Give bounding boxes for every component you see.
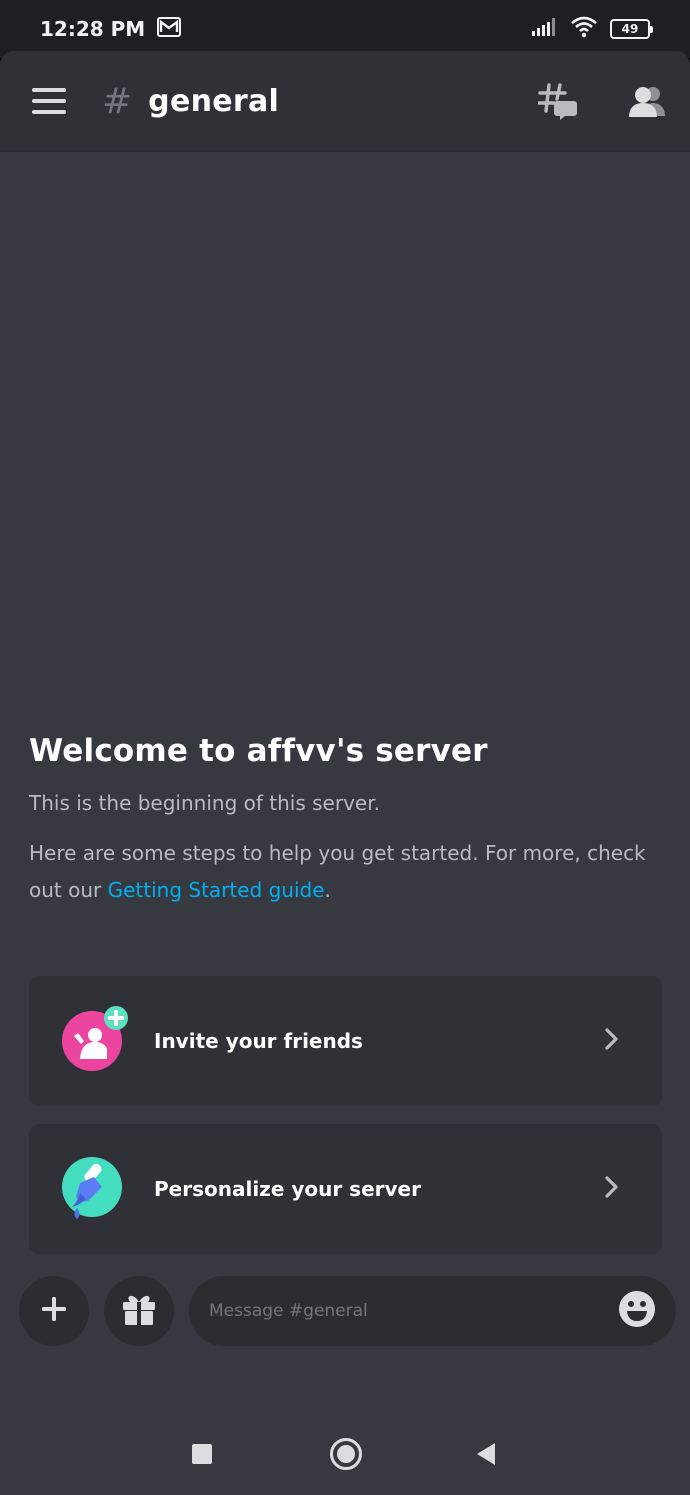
channel-title[interactable]: general [148, 84, 279, 119]
personalize-icon [62, 1157, 122, 1219]
gift-button[interactable] [104, 1276, 174, 1346]
battery-indicator: 49 [610, 19, 653, 39]
members-icon[interactable] [628, 85, 666, 117]
status-time: 12:28 PM [40, 17, 146, 41]
welcome-subtitle: This is the beginning of this server. [29, 791, 380, 815]
chevron-right-icon [604, 1175, 620, 1203]
status-bar: 12:28 PM 49 [0, 0, 690, 58]
personalize-server-card[interactable]: Personalize your server [29, 1124, 662, 1254]
recents-icon[interactable] [191, 1443, 213, 1469]
personalize-server-label: Personalize your server [154, 1177, 421, 1201]
invite-friends-icon [62, 1006, 128, 1071]
channel-hash-icon: # [102, 80, 133, 122]
message-composer [0, 1276, 690, 1348]
welcome-title: Welcome to affvv's server [29, 733, 488, 769]
back-icon[interactable] [475, 1442, 497, 1470]
gmail-notification-icon [157, 17, 182, 41]
welcome-description-suffix: . [324, 878, 331, 902]
threads-icon[interactable] [538, 82, 578, 120]
message-input-container [189, 1276, 676, 1346]
attach-button[interactable] [19, 1276, 89, 1346]
channel-header: # general [0, 51, 690, 151]
invite-friends-card[interactable]: Invite your friends [29, 976, 662, 1106]
signal-icon [532, 18, 558, 40]
wifi-icon [570, 16, 598, 42]
home-icon[interactable] [329, 1437, 363, 1475]
invite-friends-label: Invite your friends [154, 1029, 363, 1053]
plus-icon [40, 1295, 68, 1327]
welcome-section: Welcome to affvv's server This is the be… [29, 733, 663, 909]
message-input[interactable] [209, 1301, 618, 1321]
welcome-description: Here are some steps to help you get star… [29, 835, 663, 909]
emoji-icon[interactable] [618, 1290, 656, 1332]
gift-icon [121, 1292, 157, 1330]
menu-icon[interactable] [32, 88, 66, 114]
system-nav-bar [0, 1403, 690, 1495]
chevron-right-icon [604, 1027, 620, 1055]
getting-started-guide-link[interactable]: Getting Started guide [108, 878, 325, 902]
